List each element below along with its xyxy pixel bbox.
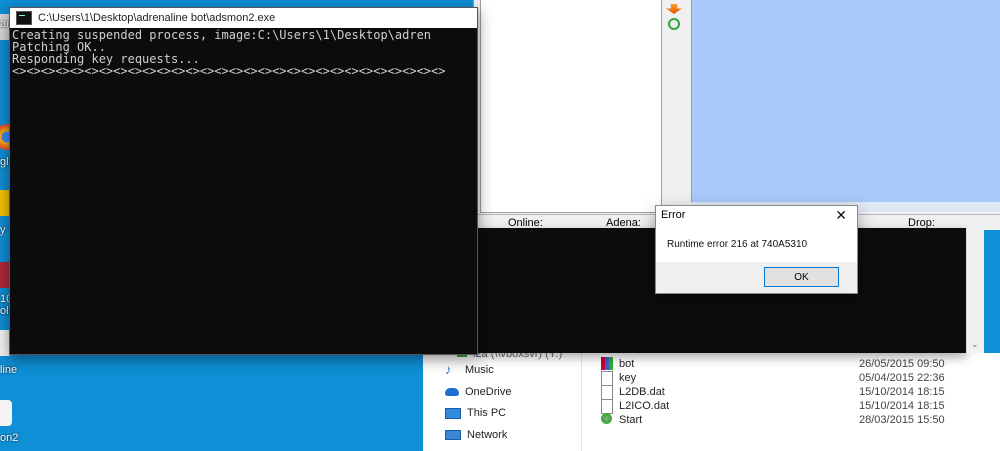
close-icon[interactable]: ✕ — [835, 207, 847, 224]
file-name: L2DB.dat — [619, 386, 665, 398]
nav-item-label: Network — [467, 429, 508, 441]
nav-item-onedrive[interactable]: OneDrive — [445, 386, 511, 398]
console-app-icon — [16, 11, 32, 25]
error-message: Runtime error 216 at 740A5310 — [667, 239, 808, 250]
desktop-icon-label: on2 — [0, 432, 19, 444]
file-date: 15/10/2014 18:15 — [859, 400, 945, 412]
console-output[interactable]: Creating suspended process, image:C:\Use… — [10, 28, 477, 78]
character-list[interactable] — [480, 0, 662, 213]
nav-item-this-pc[interactable]: This PC — [445, 407, 506, 419]
dialog-footer: OK — [656, 262, 857, 293]
file-date: 26/05/2015 09:50 — [859, 358, 945, 370]
nav-item-music[interactable]: ♪ Music — [445, 362, 494, 377]
file-explorer-window: l2a (\\vboxsvr) (Y:) ♪ Music OneDrive Th… — [423, 348, 1000, 451]
nav-item-label: OneDrive — [465, 386, 512, 398]
bot-main-panel — [691, 0, 1000, 202]
desktop-icon-label: line — [0, 364, 18, 376]
file-name: Start — [619, 414, 643, 426]
network-icon — [445, 430, 461, 440]
bot-toolbar — [664, 0, 684, 212]
file-name: L2ICO.dat — [619, 400, 670, 412]
archive-icon — [601, 357, 613, 370]
file-shortcut-icon[interactable] — [0, 400, 12, 426]
explorer-nav-pane: l2a (\\vboxsvr) (Y:) ♪ Music OneDrive Th… — [423, 348, 582, 451]
ok-button[interactable]: OK — [764, 267, 839, 287]
error-dialog[interactable]: Error ✕ Runtime error 216 at 740A5310 OK — [655, 205, 858, 294]
file-date: 28/03/2015 15:50 — [859, 414, 945, 426]
script-icon — [601, 413, 612, 424]
console-window[interactable]: C:\Users\1\Desktop\adrenaline bot\adsmon… — [9, 7, 478, 355]
nav-item-label: This PC — [467, 407, 507, 419]
chevron-down-icon[interactable]: ⌄ — [971, 339, 979, 350]
file-date: 05/04/2015 22:36 — [859, 372, 945, 384]
console-line: <><><><><><><><><><><><><><><><><><><><>… — [12, 64, 446, 78]
file-icon — [601, 399, 613, 414]
nav-item-label: Music — [465, 364, 494, 376]
download-icon[interactable] — [666, 4, 682, 14]
file-date: 15/10/2014 18:15 — [859, 386, 945, 398]
nav-item-network[interactable]: Network — [445, 429, 507, 441]
console-titlebar[interactable]: C:\Users\1\Desktop\adrenaline bot\adsmon… — [10, 8, 477, 28]
file-name: key — [619, 372, 637, 384]
refresh-icon[interactable] — [668, 18, 680, 30]
dialog-title: Error — [661, 209, 686, 221]
bot-app-window: Online: Adena: Drop: — [473, 0, 1000, 230]
music-note-icon: ♪ — [445, 362, 452, 377]
file-icon — [601, 385, 613, 400]
text-file-icon — [601, 371, 613, 386]
cloud-icon — [445, 388, 459, 396]
console-title: C:\Users\1\Desktop\adrenaline bot\adsmon… — [38, 12, 276, 24]
vertical-scrollbar[interactable]: ⌄ — [966, 228, 984, 353]
computer-icon — [445, 407, 461, 419]
file-name: bot — [619, 358, 635, 370]
